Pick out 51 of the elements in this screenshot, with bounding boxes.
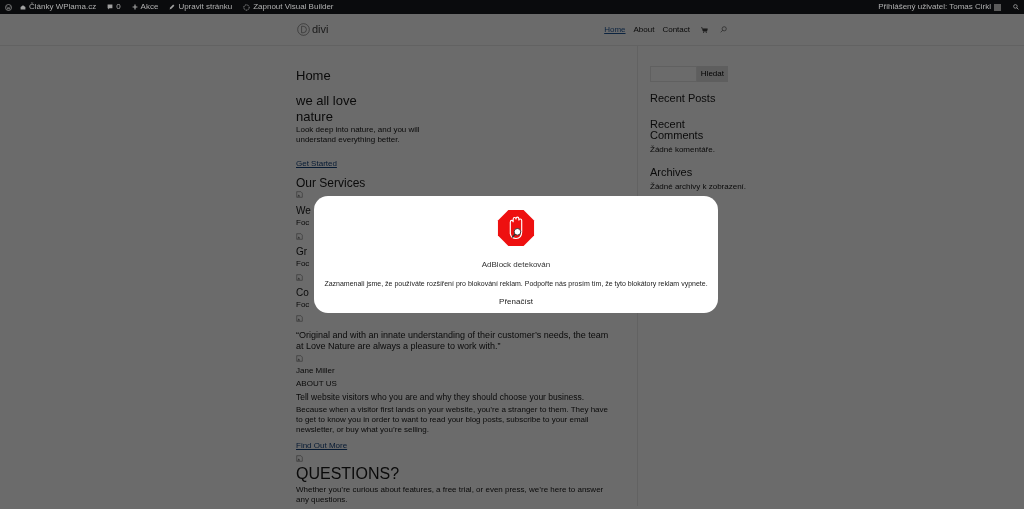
admin-bar-item[interactable]: Zapnout Visual Builder: [243, 1, 334, 13]
reload-button[interactable]: Přenačíst: [499, 295, 533, 308]
broken-image-icon: [296, 455, 303, 462]
broken-image-icon: [296, 274, 303, 281]
dialog-title: AdBlock detekován: [481, 259, 551, 271]
paragraph: Because when a visitor first lands on your website, you’re a stranger to them. They have to get to know you in order to want to read your blog posts, subscribe to your email newsletter, or buy what you’re selling.: [296, 405, 609, 435]
small-text: Jane Miller: [296, 366, 335, 376]
service-heading: We: [296, 205, 312, 217]
cart-icon[interactable]: [701, 26, 708, 33]
search-icon[interactable]: [1013, 4, 1019, 10]
wordpress-logo-icon[interactable]: [5, 3, 12, 11]
small-text: Foc: [296, 300, 310, 310]
section-heading: Our Services: [296, 176, 367, 190]
nav-link[interactable]: Contact: [662, 23, 690, 36]
pencil-icon: [169, 4, 176, 10]
plus-icon: [131, 4, 138, 10]
admin-bar-item[interactable]: 0: [107, 1, 121, 13]
about-heading: Tell website visitors who you are and why they should choose your business.: [296, 392, 586, 403]
widget-text: Žádné archivy k zobrazení.: [650, 182, 747, 192]
broken-image-icon: [296, 355, 303, 362]
admin-bar-item[interactable]: Upravit stránku: [169, 1, 233, 13]
page-title: Home: [296, 68, 332, 84]
testimonial-quote: “Original and with an innate understanding of their customer’s needs, the team at Love Nature are always a pleasure to work with.”: [296, 330, 610, 352]
gear-icon: [243, 3, 251, 11]
questions-heading: QUESTIONS?: [296, 465, 401, 483]
broken-image-icon: [296, 191, 303, 198]
dashboard-icon: [20, 4, 26, 10]
user-account-link[interactable]: Přihlášený uživatel: Tomas Cirkl: [878, 1, 991, 13]
comment-icon: [107, 4, 114, 10]
widget-text: Žádné komentáře.: [650, 145, 715, 155]
broken-image-icon: [296, 233, 303, 240]
widget-title: Recent Comments: [650, 119, 705, 141]
paragraph: Whether you’re curious about features, a free trial, or even press, we’re here to answer any questions.: [296, 485, 605, 505]
logo-text: divi: [312, 22, 329, 38]
service-heading: Gr: [296, 246, 309, 258]
widget-title: Recent Posts: [650, 93, 717, 104]
small-text: Foc: [296, 218, 310, 228]
hero-text: Look deep into nature, and you will understand everything better.: [296, 125, 421, 145]
hero-heading: we all love nature: [296, 93, 358, 125]
admin-bar-item[interactable]: Akce: [131, 1, 159, 13]
avatar-icon: [994, 3, 1001, 11]
search-icon[interactable]: [720, 26, 727, 33]
broken-image-icon: [296, 315, 303, 322]
service-heading: Co: [296, 287, 310, 299]
stop-hand-icon: [497, 209, 535, 247]
small-text: ABOUT US: [296, 379, 337, 389]
logo-mark-icon: [297, 23, 310, 36]
widget-title: Archives: [650, 167, 694, 178]
nav-link[interactable]: About: [633, 23, 655, 36]
admin-bar-item[interactable]: Články WPlama.cz: [20, 1, 97, 13]
small-text: Foc: [296, 259, 310, 269]
